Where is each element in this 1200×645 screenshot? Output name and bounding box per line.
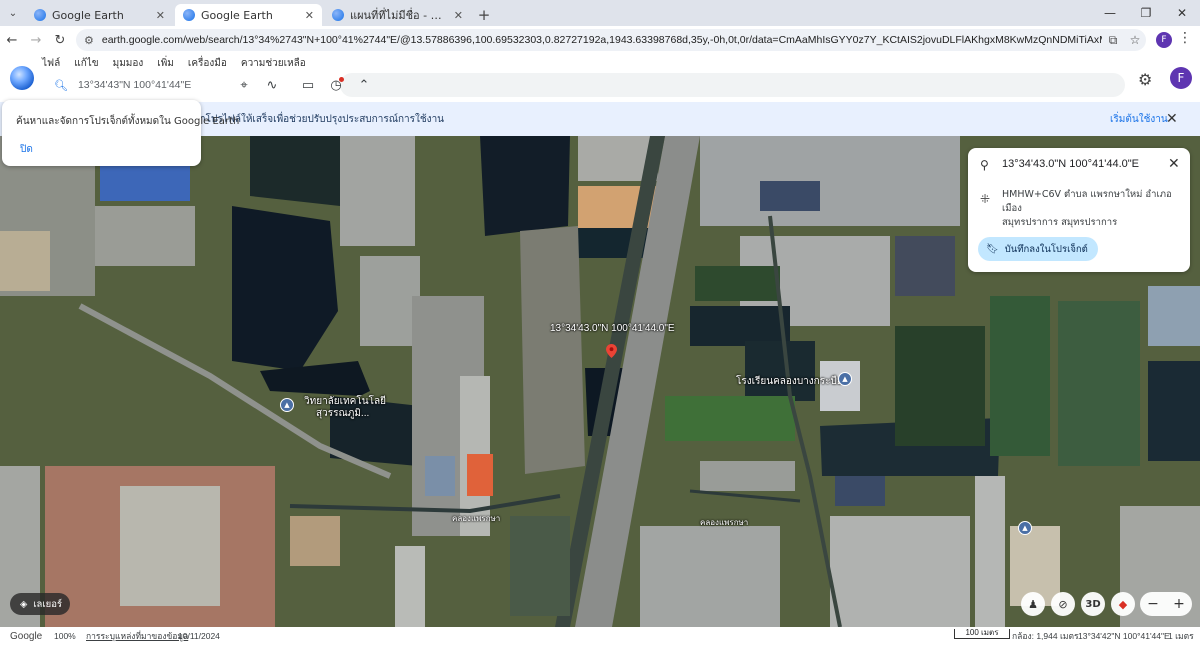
data-attribution-link[interactable]: การระบุแหล่งที่มาของข้อมูล — [86, 629, 188, 643]
menu-tools[interactable]: เครื่องมือ — [188, 56, 227, 71]
poi-icon[interactable]: ▲ — [1018, 521, 1032, 535]
bookmark-star-icon[interactable]: ☆ — [1124, 33, 1146, 47]
tab-search-button[interactable]: ⌄ — [0, 0, 26, 26]
pin-coord-label: 13°34'43.0"N 100°41'44.0"E — [550, 323, 675, 334]
back-arrow-icon[interactable]: ← — [0, 28, 24, 52]
plus-code-icon: ⁜ — [980, 192, 991, 206]
minimize-icon[interactable]: — — [1092, 0, 1128, 26]
close-window-icon[interactable]: ✕ — [1164, 0, 1200, 26]
school-poi-icon[interactable]: ▲ — [838, 372, 852, 386]
canal-label: คลองแพรกษา — [700, 518, 749, 527]
elevation: 1 เมตร — [1168, 631, 1194, 641]
close-icon[interactable]: ✕ — [156, 9, 165, 22]
menu-add[interactable]: เพิ่ม — [157, 56, 174, 71]
location-pin-outline-icon: ⚲ — [980, 158, 989, 172]
google-earth-favicon-icon — [34, 9, 46, 21]
forward-arrow-icon[interactable]: → — [24, 28, 48, 52]
status-bar: Google 100% การระบุแหล่งที่มาของข้อมูล 1… — [0, 627, 1200, 645]
settings-gear-icon[interactable]: ⚙ — [1138, 70, 1152, 89]
collapse-toolbar-icon[interactable]: ⌃ — [350, 74, 378, 96]
account-avatar[interactable]: F — [1170, 67, 1192, 89]
place-card: ⚲ 13°34'43.0"N 100°41'44.0"E ✕ ⁜ HMHW+C6… — [968, 148, 1190, 272]
projects-tooltip: ค้นหาและจัดการโปรเจ็กต์ทั้งหมดใน Google … — [2, 100, 239, 166]
zoom-controls: − + — [1140, 592, 1192, 616]
zoom-in-icon[interactable]: + — [1173, 596, 1185, 612]
tab-1[interactable]: Google Earth ✕ — [26, 4, 173, 26]
tab-title: Google Earth — [201, 8, 273, 22]
tab-title: Google Earth — [52, 8, 124, 22]
search-icon: 🔍︎ — [54, 78, 68, 92]
draw-path-icon[interactable]: ∿ — [258, 74, 286, 96]
address-line: HMHW+C6V ตำบล แพรกษาใหม่ อำเภอเมือง — [1002, 189, 1172, 214]
compass-icon[interactable]: ◆ — [1111, 592, 1135, 616]
tab-3[interactable]: แผนที่ที่ไม่มีชื่อ - Google Earth ✕ — [324, 4, 471, 26]
earth-header: ไฟล์ แก้ไข มุมมอง เพิ่ม เครื่องมือ ความช… — [0, 54, 1200, 102]
tooltip-close-button[interactable]: ปิด — [20, 142, 33, 157]
banner-close-icon[interactable]: ✕ — [1166, 111, 1178, 127]
historical-imagery-icon[interactable]: ◷ — [322, 74, 350, 96]
google-earth-favicon-icon — [332, 9, 344, 21]
bookmark-icon: 🔖︎ — [986, 243, 999, 255]
close-icon[interactable]: ✕ — [305, 9, 314, 22]
card-address: HMHW+C6V ตำบล แพรกษาใหม่ อำเภอเมือง สมุท… — [1002, 188, 1182, 230]
search-input[interactable] — [77, 79, 218, 91]
card-coordinates: 13°34'43.0"N 100°41'44.0"E — [1002, 158, 1140, 170]
install-app-icon[interactable]: ⧉ — [1102, 33, 1124, 48]
menu-file[interactable]: ไฟล์ — [42, 56, 60, 71]
school-label[interactable]: โรงเรียนคลองบางกระบือ — [736, 374, 843, 389]
layers-icon: ◈ — [20, 598, 28, 610]
google-earth-favicon-icon — [183, 9, 195, 21]
restore-icon[interactable]: ❐ — [1128, 0, 1164, 26]
toolbar-track — [340, 73, 1125, 97]
menu-edit[interactable]: แก้ไข — [74, 56, 98, 71]
close-icon[interactable]: ✕ — [454, 9, 463, 22]
address-bar[interactable]: ⚙ earth.google.com/web/search/13°34%2743… — [76, 29, 1146, 51]
college-poi-icon[interactable]: ▲ — [280, 398, 294, 412]
window-controls: — ❐ ✕ — [1092, 0, 1200, 26]
notification-dot — [339, 77, 344, 82]
browser-profile-avatar[interactable]: F — [1156, 32, 1172, 48]
zoom-level: 100% — [54, 631, 76, 641]
browser-menu-icon[interactable]: ⋮ — [1178, 30, 1192, 46]
save-to-project-button[interactable]: 🔖︎ บันทึกลงในโปรเจ็กต์ — [978, 237, 1098, 261]
layers-label: เลเยอร์ — [33, 598, 63, 610]
tab-title: แผนที่ที่ไม่มีชื่อ - Google Earth — [350, 9, 450, 22]
new-tab-button[interactable]: + — [473, 4, 495, 26]
reload-icon[interactable]: ↻ — [48, 28, 72, 52]
earth-toolbar: ⌖ ∿ ▭ ◷ ⌃ — [230, 74, 378, 96]
canal-label: คลองแพรกษา — [452, 514, 501, 523]
cursor-coordinates: 13°34'42"N 100°41'44"E — [1078, 631, 1170, 641]
menu-help[interactable]: ความช่วยเหลือ — [241, 56, 306, 71]
address-line: สมุทรปราการ สมุทรปราการ — [1002, 217, 1118, 228]
scale-bar: 100 เมตร — [954, 629, 1010, 639]
reset-tilt-icon[interactable]: ⊘ — [1051, 592, 1075, 616]
tooltip-text: ค้นหาและจัดการโปรเจ็กต์ทั้งหมดใน Google … — [16, 116, 240, 127]
search-box[interactable]: 🔍︎ — [46, 74, 228, 96]
earth-menu-bar: ไฟล์ แก้ไข มุมมอง เพิ่ม เครื่องมือ ความช… — [42, 56, 306, 71]
college-label-line2[interactable]: สุวรรณภูมิ... — [316, 406, 369, 421]
menu-view[interactable]: มุมมอง — [113, 56, 144, 71]
camera-altitude: กล้อง: 1,944 เมตร — [1012, 631, 1079, 641]
close-icon[interactable]: ✕ — [1168, 156, 1180, 172]
imagery-date: 10/11/2024 — [178, 631, 220, 641]
save-button-label: บันทึกลงในโปรเจ็กต์ — [1004, 243, 1088, 255]
url-text[interactable]: earth.google.com/web/search/13°34%2743"N… — [102, 34, 1102, 46]
measure-ruler-icon[interactable]: ▭ — [294, 74, 322, 96]
add-placemark-icon[interactable]: ⌖ — [230, 74, 258, 96]
google-brand: Google — [10, 630, 43, 642]
tab-2[interactable]: Google Earth ✕ — [175, 4, 322, 26]
banner-start-link[interactable]: เริ่มต้นใช้งาน — [1110, 112, 1168, 127]
site-info-icon[interactable]: ⚙ — [84, 34, 94, 47]
pegman-icon[interactable]: ♟ — [1021, 592, 1045, 616]
location-pin-icon[interactable] — [606, 344, 617, 358]
zoom-out-icon[interactable]: − — [1147, 596, 1159, 612]
tab-strip: ⌄ Google Earth ✕ Google Earth ✕ แผนที่ที… — [0, 0, 1200, 26]
layers-button[interactable]: ◈ เลเยอร์ — [10, 593, 70, 615]
toggle-3d-button[interactable]: 3D — [1081, 592, 1105, 616]
google-earth-logo-icon[interactable] — [10, 66, 34, 90]
browser-toolbar: ← → ↻ ⚙ earth.google.com/web/search/13°3… — [0, 26, 1200, 54]
